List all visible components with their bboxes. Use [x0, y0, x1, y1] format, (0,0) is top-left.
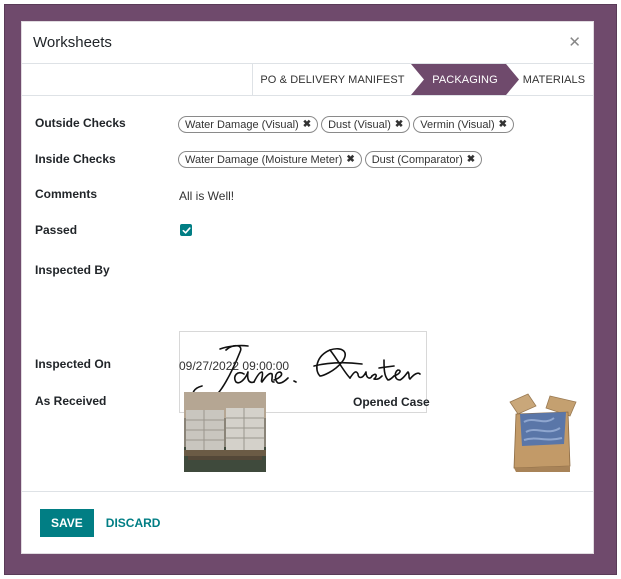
inside-checks-label: Inside Checks	[35, 152, 116, 166]
tag-label: Water Damage (Moisture Meter)	[185, 153, 343, 166]
inspected-by-label: Inspected By	[35, 263, 110, 277]
tag-label: Dust (Visual)	[328, 118, 391, 131]
outside-checks-label: Outside Checks	[35, 116, 126, 130]
inspected-on-value[interactable]: 09/27/2022 09:00:00	[179, 359, 289, 373]
tag-water-damage-moisture-meter[interactable]: Water Damage (Moisture Meter) ✖	[178, 151, 362, 168]
tag-label: Dust (Comparator)	[371, 153, 463, 166]
tag-label: Vermin (Visual)	[420, 118, 495, 131]
outside-checks-tags[interactable]: Water Damage (Visual) ✖ Dust (Visual) ✖ …	[178, 116, 515, 133]
as-received-photo[interactable]	[184, 392, 266, 472]
comments-label: Comments	[35, 187, 98, 201]
comments-value[interactable]: All is Well!	[179, 189, 234, 203]
remove-tag-icon[interactable]: ✖	[499, 119, 507, 130]
worksheets-dialog: Worksheets ✕ PO & DELIVERY MANIFEST PACK…	[21, 21, 594, 554]
tag-dust-visual[interactable]: Dust (Visual) ✖	[321, 116, 411, 133]
discard-button[interactable]: DISCARD	[104, 509, 163, 537]
dialog-header: Worksheets ✕	[22, 22, 593, 64]
remove-tag-icon[interactable]: ✖	[395, 119, 403, 130]
opened-box-image	[506, 392, 578, 474]
opened-case-photo[interactable]	[506, 392, 578, 474]
remove-tag-icon[interactable]: ✖	[467, 154, 475, 165]
stage-materials[interactable]: MATERIALS	[514, 64, 594, 95]
tag-water-damage-visual[interactable]: Water Damage (Visual) ✖	[178, 116, 319, 133]
opened-case-label: Opened Case	[353, 395, 430, 409]
checkmark-icon	[182, 226, 191, 234]
passed-checkbox[interactable]	[180, 224, 192, 236]
dialog-footer: SAVE DISCARD	[22, 491, 593, 553]
remove-tag-icon[interactable]: ✖	[303, 119, 311, 130]
inside-checks-tags[interactable]: Water Damage (Moisture Meter) ✖ Dust (Co…	[178, 151, 483, 168]
remove-tag-icon[interactable]: ✖	[346, 154, 354, 165]
tag-dust-comparator[interactable]: Dust (Comparator) ✖	[364, 151, 483, 168]
save-button[interactable]: SAVE	[40, 508, 94, 537]
inspected-on-label: Inspected On	[35, 357, 112, 371]
pallet-photo-image	[184, 392, 266, 472]
stage-statusbar: PO & DELIVERY MANIFEST PACKAGING MATERIA…	[22, 64, 593, 96]
tag-vermin-visual[interactable]: Vermin (Visual) ✖	[413, 116, 515, 133]
as-received-label: As Received	[35, 394, 107, 408]
close-icon[interactable]: ✕	[568, 35, 581, 50]
dialog-title: Worksheets	[33, 34, 112, 51]
stage-packaging[interactable]: PACKAGING	[411, 64, 519, 95]
passed-label: Passed	[35, 223, 78, 237]
tag-label: Water Damage (Visual)	[185, 118, 299, 131]
stage-po-delivery-manifest[interactable]: PO & DELIVERY MANIFEST	[252, 64, 412, 95]
